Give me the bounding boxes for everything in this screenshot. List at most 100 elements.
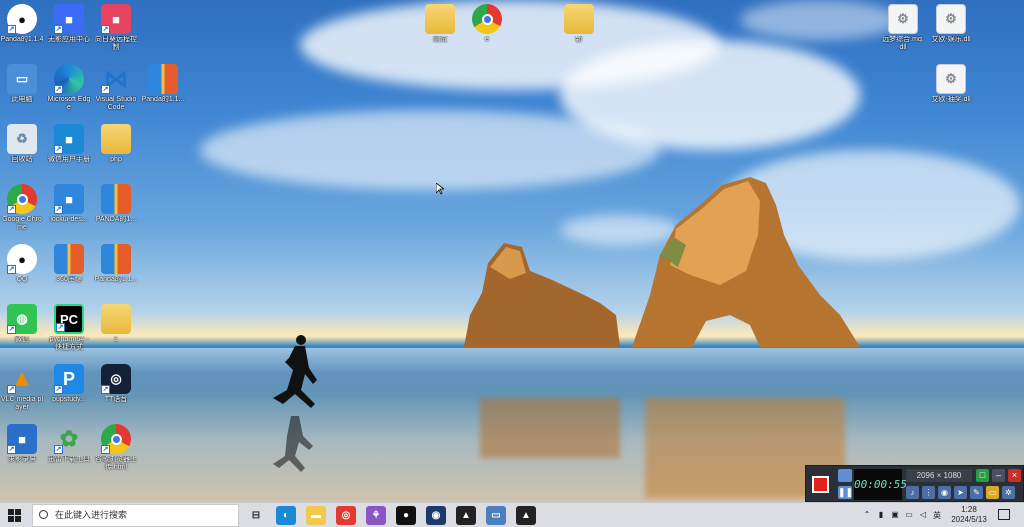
webcam-icon[interactable]: ◉ [938,486,951,499]
bin-icon: ♻ [7,124,37,154]
desktop-icon-zip[interactable]: Panda的1.1... [141,64,185,104]
desktop-icon-wechat[interactable]: ◍ ↗ 微信 [0,304,44,344]
windows-logo-icon [8,509,14,515]
desktop-icon-label: php [110,156,122,163]
desktop-icon-label: 艾欧-抽奖.dll [931,96,971,103]
desktop-icon-label: e [485,36,489,43]
desktop-icon-tt[interactable]: ◎ ↗ TT语音 [94,364,138,404]
screen-recorder-widget: ❚❚ 00:00:55 2096 × 1080 □ – × ♪ ⋮ ◉ ➤ ✎ … [805,465,1024,502]
shortcut-arrow-icon: ↗ [54,85,63,94]
app-icon[interactable]: ⚘ [366,506,386,525]
desktop-icon-app[interactable]: ■ ↗ 求影录屏 [0,424,44,464]
pen-icon[interactable]: ✎ [970,486,983,499]
shortcut-arrow-icon: ↗ [54,205,63,214]
shortcut-arrow-icon: ↗ [54,445,63,454]
desktop-icon-app[interactable]: ■ ↗ 微信用户手册 [47,124,91,164]
tray-screen-icon[interactable]: ▣ [890,510,900,519]
app-icon: ■ ↗ [101,4,131,34]
desktop-icon-label: Google Chrome [2,216,42,231]
desktop-icon-label: lockui-des... [50,216,88,223]
vlc-icon: ▲ ↗ [7,365,34,394]
desktop-icon-label: QQ [16,276,28,283]
shortcut-arrow-icon: ↗ [7,385,16,394]
close-icon[interactable]: × [1008,469,1021,482]
tray-mic-icon[interactable]: ▮ [876,510,886,519]
desktop-icon-label: 微信 [15,336,29,343]
wechat-icon: ◍ ↗ [7,304,37,334]
pause-icon[interactable]: ❚❚ [838,486,853,499]
notification-icon[interactable] [998,509,1010,520]
tray-overflow-icon[interactable]: ⌃ [862,510,872,519]
app-icon: ■ ↗ [54,184,84,214]
ime-indicator[interactable]: 英 [932,510,942,521]
desktop-icon-edge[interactable]: ↗ Microsoft Edge [47,64,91,112]
shortcut-arrow-icon: ↗ [101,445,110,454]
desktop-icon-dll[interactable]: ⚙ 远梦综合.mq.dll [881,4,925,52]
desktop-icon-pycharm[interactable]: PC ↗ pycharm64 - 快捷方式 [47,304,91,352]
file-explorer-icon[interactable]: ▬ [306,506,326,525]
zip-icon [54,244,84,274]
folder-icon [101,304,131,334]
desktop-icon-pc[interactable]: ▭ 此电脑 [0,64,44,104]
settings-gear-icon[interactable]: ✲ [1002,486,1015,499]
desktop: ● ↗ Panda的1.1.4 ■ ↗ 无影应用中心 ■ ↗ 向日葵远程控制 ▭ 此电脑 ↗ Micro… [0,0,1024,502]
edge-icon: ↗ [54,64,84,94]
desktop-icon-dll[interactable]: ⚙ 艾欧-娱乐.dll [929,4,973,44]
tray-network-icon[interactable]: ▭ [904,510,914,519]
cat-app-2-icon[interactable]: ▲ [516,506,536,525]
dll-icon: ⚙ [888,4,918,34]
desktop-icon-xl[interactable]: ✿ ↗ 迅雷下载工具 [47,424,91,464]
desktop-icon-vscode[interactable]: ⋈ ↗ Visual Studio Code [94,64,138,112]
desktop-icon-dll[interactable]: ⚙ 艾欧-抽奖.dll [929,64,973,104]
shortcut-arrow-icon: ↗ [7,325,16,334]
desktop-icon-chrome[interactable]: ↗ 谷歌浏览器上传.html [94,424,138,472]
desktop-icon-qq[interactable]: ● ↗ Panda的1.1.4 [0,4,44,44]
record-stop-button[interactable] [812,476,829,493]
monitor-app-icon[interactable]: ▭ [486,506,506,525]
pointer-icon[interactable]: ➤ [954,486,967,499]
recording-timer: 00:00:55 [854,469,907,500]
edge-icon[interactable]: ◐ [276,506,296,525]
desktop-icon-zip[interactable]: Panda的1.1... [94,244,138,284]
desktop-icon-zip[interactable]: 360压缩 [47,244,91,284]
desktop-icon-qq[interactable]: ● ↗ QQ [0,244,44,284]
clock[interactable]: 1:28 2024/5/13 [946,505,992,525]
taskbar-search-input[interactable]: 在此键入进行搜索 [32,504,239,527]
zip-icon [148,64,178,94]
desktop-icon-app[interactable]: ■ ↗ 向日葵远程控制 [94,4,138,52]
desktop-icon-label: 艾欧-娱乐.dll [931,36,971,43]
desktop-icon-folder[interactable]: 测试 [418,4,462,44]
chrome-icon[interactable]: ◎ [336,506,356,525]
start-button[interactable] [8,509,21,522]
cat-app-icon[interactable]: ▲ [456,506,476,525]
desktop-icon-label: 向日葵远程控制 [95,36,137,51]
app-icon: ■ ↗ [7,424,37,454]
tray-volume-icon[interactable]: ◁ [918,510,928,519]
desktop-icon-app[interactable]: ■ ↗ 无影应用中心 [47,4,91,44]
desktop-icon-folder[interactable]: php [94,124,138,164]
desktop-icon-zip[interactable]: PANDA的1... [94,184,138,224]
minimize-icon[interactable]: – [992,469,1005,482]
folder-icon[interactable]: ▭ [986,486,999,499]
desktop-icon-label: 新 [575,36,583,43]
desktop-icon-label: Panda的1.1... [141,96,185,103]
desktop-icon-chromefile[interactable]: e [465,4,509,44]
volume-icon[interactable]: ♪ [906,486,919,499]
screen-recorder-icon[interactable]: ◉ [426,506,446,525]
desktop-icon-vlc[interactable]: ▲ ↗ VLC media player [0,364,44,412]
fullscreen-icon[interactable]: □ [976,469,989,482]
mic-icon[interactable]: ⋮ [922,486,935,499]
camera-icon[interactable] [838,469,852,482]
desktop-icon-file[interactable]: 新 [557,4,601,44]
desktop-icon-label: Visual Studio Code [95,96,137,111]
runner-silhouette [273,335,317,472]
qq-icon[interactable]: ● [396,506,416,525]
vscode-icon: ⋈ ↗ [101,65,128,94]
desktop-icon-bin[interactable]: ♻ 回收站 [0,124,44,164]
sea-rocks [464,177,860,347]
desktop-icon-p[interactable]: P ↗ pupstudy... [47,364,91,404]
desktop-icon-chrome[interactable]: ↗ Google Chrome [0,184,44,232]
desktop-icon-app[interactable]: ■ ↗ lockui-des... [47,184,91,224]
task-view-icon[interactable]: ⊟ [246,506,266,525]
desktop-icon-folder[interactable]: 1 [94,304,138,344]
